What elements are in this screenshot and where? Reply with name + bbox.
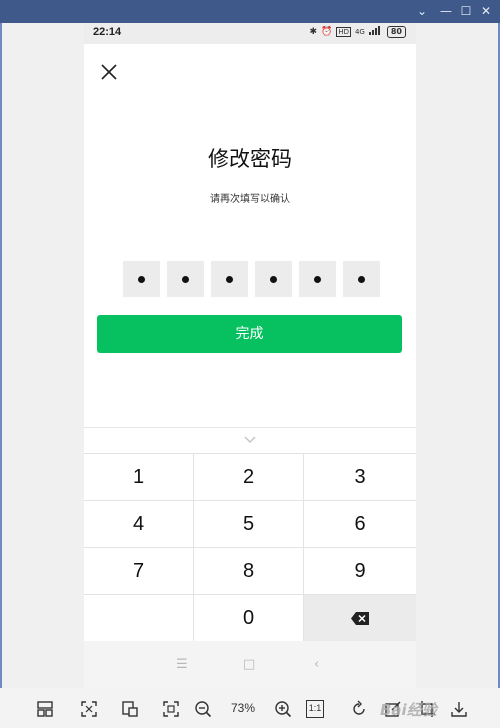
key-5[interactable]: 5 bbox=[194, 501, 304, 548]
baidu-watermark: Bai经验 bbox=[380, 701, 437, 719]
close-icon[interactable] bbox=[98, 61, 120, 83]
password-dot bbox=[182, 275, 189, 283]
fit-screen-icon[interactable] bbox=[80, 700, 98, 718]
download-icon[interactable] bbox=[450, 700, 468, 718]
backspace-key[interactable] bbox=[304, 595, 416, 642]
key-3[interactable]: 3 bbox=[304, 454, 416, 501]
menu-icon[interactable]: ☰ bbox=[176, 657, 188, 672]
key-9[interactable]: 9 bbox=[304, 548, 416, 595]
password-dot bbox=[358, 275, 365, 283]
key-4[interactable]: 4 bbox=[84, 501, 194, 548]
done-button[interactable]: 完成 bbox=[97, 315, 402, 353]
page-title: 修改密码 bbox=[208, 147, 292, 171]
android-nav-bar: ☰ □ ‹ bbox=[84, 641, 416, 688]
password-dot bbox=[226, 275, 233, 283]
password-dot bbox=[314, 275, 321, 283]
minimize-icon[interactable]: — bbox=[438, 4, 454, 18]
actual-size-button[interactable]: 1:1 bbox=[306, 700, 324, 718]
close-window-icon[interactable]: ✕ bbox=[478, 4, 494, 18]
keyboard-header bbox=[84, 427, 416, 453]
layout-icon[interactable] bbox=[36, 700, 54, 718]
page-subtitle: 请再次填写以确认 bbox=[210, 194, 290, 205]
password-dot bbox=[138, 275, 145, 283]
close-button[interactable] bbox=[98, 61, 120, 83]
status-icons: ✱ ⏰ HD 4G 80 bbox=[310, 26, 406, 38]
password-digit-box bbox=[211, 261, 248, 297]
hd-icon: HD bbox=[336, 27, 351, 37]
crop-frame-icon[interactable] bbox=[162, 700, 180, 718]
home-icon[interactable]: □ bbox=[243, 657, 255, 672]
maximize-icon[interactable]: ☐ bbox=[458, 4, 474, 18]
ocr-icon[interactable] bbox=[121, 700, 139, 718]
key-0[interactable]: 0 bbox=[194, 595, 304, 642]
viewer-toolbar: 73% 1:1 Bai经验 bbox=[0, 688, 500, 728]
chevron-down-icon[interactable]: ⌄ bbox=[414, 4, 430, 18]
collapse-keyboard-icon[interactable] bbox=[243, 433, 257, 447]
numeric-keypad: 1 2 3 4 5 6 7 8 9 0 bbox=[84, 453, 416, 642]
key-1[interactable]: 1 bbox=[84, 454, 194, 501]
password-digit-box bbox=[123, 261, 160, 297]
key-7[interactable]: 7 bbox=[84, 548, 194, 595]
key-8[interactable]: 8 bbox=[194, 548, 304, 595]
status-time: 22:14 bbox=[93, 26, 122, 38]
password-digit-box bbox=[255, 261, 292, 297]
back-icon[interactable]: ‹ bbox=[314, 657, 319, 672]
password-input[interactable] bbox=[123, 261, 380, 297]
backspace-icon bbox=[351, 612, 369, 625]
key-6[interactable]: 6 bbox=[304, 501, 416, 548]
zoom-level: 73% bbox=[231, 701, 256, 715]
password-dot bbox=[270, 275, 277, 283]
password-digit-box bbox=[299, 261, 336, 297]
password-digit-box bbox=[167, 261, 204, 297]
rotate-icon[interactable] bbox=[350, 700, 368, 718]
signal-icon bbox=[368, 26, 383, 38]
phone-screen: 22:14 ✱ ⏰ HD 4G 80 修改密码 请再次填写以确认 完成 1 2 … bbox=[84, 23, 416, 688]
bluetooth-icon: ✱ bbox=[309, 27, 318, 37]
status-bar: 22:14 ✱ ⏰ HD 4G 80 bbox=[84, 23, 416, 44]
window-titlebar: ⌄ — ☐ ✕ bbox=[0, 0, 500, 23]
password-digit-box bbox=[343, 261, 380, 297]
network-type: 4G bbox=[354, 28, 365, 36]
window-border-left bbox=[0, 23, 2, 728]
key-2[interactable]: 2 bbox=[194, 454, 304, 501]
zoom-in-icon[interactable] bbox=[274, 700, 292, 718]
alarm-icon: ⏰ bbox=[321, 27, 333, 37]
zoom-out-icon[interactable] bbox=[194, 700, 212, 718]
key-empty bbox=[84, 595, 194, 642]
battery-icon: 80 bbox=[386, 26, 406, 38]
